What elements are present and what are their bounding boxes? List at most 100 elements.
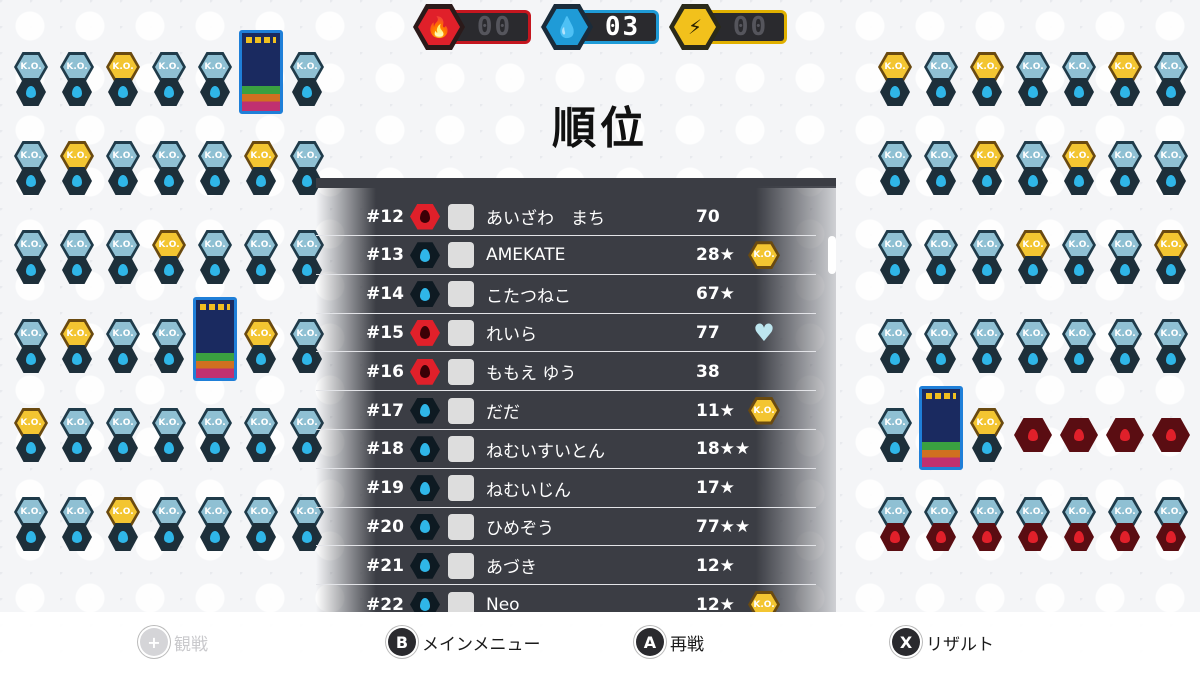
ranking-row[interactable]: #22 Neo 12★ K.O. bbox=[316, 586, 816, 612]
x-button-icon: X bbox=[892, 628, 920, 656]
ko-badge: K.O. bbox=[924, 497, 958, 527]
ko-label: K.O. bbox=[109, 500, 137, 524]
ranking-row[interactable]: #19 ねむいじん 17★ bbox=[316, 470, 816, 508]
player-badge: K.O. bbox=[1148, 230, 1194, 300]
ko-label: K.O. bbox=[881, 411, 909, 435]
ko-label: K.O. bbox=[201, 411, 229, 435]
ko-label: K.O. bbox=[1065, 233, 1093, 257]
bottom-action-bar: + 観戦 B メインメニュー A 再戦 X リザルト bbox=[0, 612, 1200, 675]
ranking-row[interactable]: #14 こたつねこ 67★ bbox=[316, 276, 816, 314]
ranking-row[interactable]: #16 ももえ ゆう 38 bbox=[316, 353, 816, 392]
main-menu-button[interactable]: B メインメニュー bbox=[388, 628, 541, 656]
ko-label: K.O. bbox=[1019, 500, 1047, 524]
ko-badge: K.O. bbox=[106, 497, 140, 527]
ranking-row[interactable]: #17 だだ 11★ K.O. bbox=[316, 392, 816, 430]
ko-badge: K.O. bbox=[1062, 52, 1096, 82]
ranking-row[interactable]: #20 ひめぞう 77★★ bbox=[316, 508, 816, 547]
player-badge: K.O. bbox=[146, 497, 192, 567]
rank-number: #17 bbox=[366, 400, 404, 421]
player-score: 77★★ bbox=[696, 516, 751, 537]
ko-badge: K.O. bbox=[878, 497, 912, 527]
player-badge: K.O. bbox=[1148, 497, 1194, 567]
flame-icon bbox=[880, 523, 910, 551]
rematch-button[interactable]: A 再戦 bbox=[636, 628, 704, 656]
ko-badge: K.O. bbox=[1016, 52, 1050, 82]
avatar bbox=[448, 436, 474, 463]
spectate-button[interactable]: + 観戦 bbox=[140, 628, 208, 656]
water-drop-icon bbox=[200, 523, 230, 551]
ko-label: K.O. bbox=[247, 500, 275, 524]
player-badge: K.O. bbox=[1010, 230, 1056, 300]
ko-badge: K.O. bbox=[1154, 497, 1188, 527]
ko-label: K.O. bbox=[1111, 322, 1139, 346]
player-badge: K.O. bbox=[146, 408, 192, 478]
ko-badge: K.O. bbox=[60, 319, 94, 349]
water-drop-icon bbox=[246, 256, 276, 284]
ko-badge: K.O. bbox=[152, 52, 186, 82]
result-button[interactable]: X リザルト bbox=[892, 628, 994, 656]
player-badge: K.O. bbox=[1148, 319, 1194, 389]
ranking-row[interactable]: #13 AMEKATE 28★ K.O. bbox=[316, 237, 816, 275]
water-drop-icon bbox=[1110, 167, 1140, 195]
ko-badge: K.O. bbox=[198, 497, 232, 527]
ko-badge: K.O. bbox=[106, 408, 140, 438]
player-badge: K.O. bbox=[964, 319, 1010, 389]
ko-label: K.O. bbox=[1065, 500, 1093, 524]
ko-label: K.O. bbox=[247, 233, 275, 257]
ranking-row[interactable]: #21 あづき 12★ bbox=[316, 547, 816, 586]
ko-badge: K.O. bbox=[1108, 52, 1142, 82]
avatar bbox=[448, 513, 474, 540]
ko-badge: K.O. bbox=[1062, 319, 1096, 349]
ko-badge: K.O. bbox=[198, 408, 232, 438]
ko-badge: K.O. bbox=[1154, 319, 1188, 349]
ko-label: K.O. bbox=[973, 411, 1001, 435]
ko-label: K.O. bbox=[63, 322, 91, 346]
team-water: 💧 03 bbox=[541, 4, 659, 50]
ranking-row[interactable]: #12 あいざわ まち 70 bbox=[316, 198, 816, 236]
ko-label: K.O. bbox=[17, 233, 45, 257]
ko-label: K.O. bbox=[109, 233, 137, 257]
ko-label: K.O. bbox=[1065, 55, 1093, 79]
water-drop-icon bbox=[108, 256, 138, 284]
player-badge: K.O. bbox=[238, 319, 284, 389]
rank-number: #20 bbox=[366, 516, 404, 537]
ko-badge: K.O. bbox=[748, 590, 780, 612]
player-name: あいざわ まち bbox=[486, 209, 605, 229]
ko-label: K.O. bbox=[1019, 55, 1047, 79]
water-drop-icon bbox=[410, 552, 440, 579]
ranking-list[interactable]: #12 あいざわ まち 70 #13 AMEKATE 28★ K.O. #14 こたつねこ 67★… bbox=[316, 186, 836, 612]
water-drop-icon bbox=[410, 436, 440, 463]
ko-badge: K.O. bbox=[970, 497, 1004, 527]
player-badge: K.O. bbox=[964, 408, 1010, 478]
ko-badge: K.O. bbox=[878, 319, 912, 349]
ko-label: K.O. bbox=[973, 322, 1001, 346]
tetris-board-thumbnail[interactable] bbox=[919, 386, 963, 470]
ko-label: K.O. bbox=[155, 500, 183, 524]
scrollbar[interactable] bbox=[828, 236, 836, 274]
ko-badge: K.O. bbox=[198, 230, 232, 260]
player-badge: K.O. bbox=[1056, 408, 1102, 478]
ko-badge: K.O. bbox=[748, 241, 780, 270]
main-menu-label: メインメニュー bbox=[422, 634, 541, 655]
ko-label: K.O. bbox=[247, 322, 275, 346]
ko-badge: K.O. bbox=[106, 230, 140, 260]
ko-badge: K.O. bbox=[60, 408, 94, 438]
ranking-row[interactable]: #15 れいら 77 ♥ bbox=[316, 314, 816, 353]
water-drop-icon bbox=[1156, 167, 1186, 195]
ko-label: K.O. bbox=[1157, 500, 1185, 524]
ko-badge: K.O. bbox=[244, 319, 278, 349]
player-badge: K.O. bbox=[100, 230, 146, 300]
ko-label: K.O. bbox=[1111, 500, 1139, 524]
avatar bbox=[448, 591, 474, 612]
player-score: 28★ bbox=[696, 245, 735, 266]
ko-badge: K.O. bbox=[748, 396, 780, 425]
rank-number: #19 bbox=[366, 478, 404, 499]
water-drop-icon bbox=[154, 256, 184, 284]
water-drop-icon bbox=[926, 256, 956, 284]
tetris-board-thumbnail[interactable] bbox=[193, 297, 237, 381]
ko-label: K.O. bbox=[1157, 55, 1185, 79]
ranking-row[interactable]: #18 ねむいすいとん 18★★ bbox=[316, 431, 816, 469]
water-drop-icon bbox=[16, 434, 46, 462]
player-badge: K.O. bbox=[964, 230, 1010, 300]
player-badge: K.O. bbox=[1102, 408, 1148, 478]
